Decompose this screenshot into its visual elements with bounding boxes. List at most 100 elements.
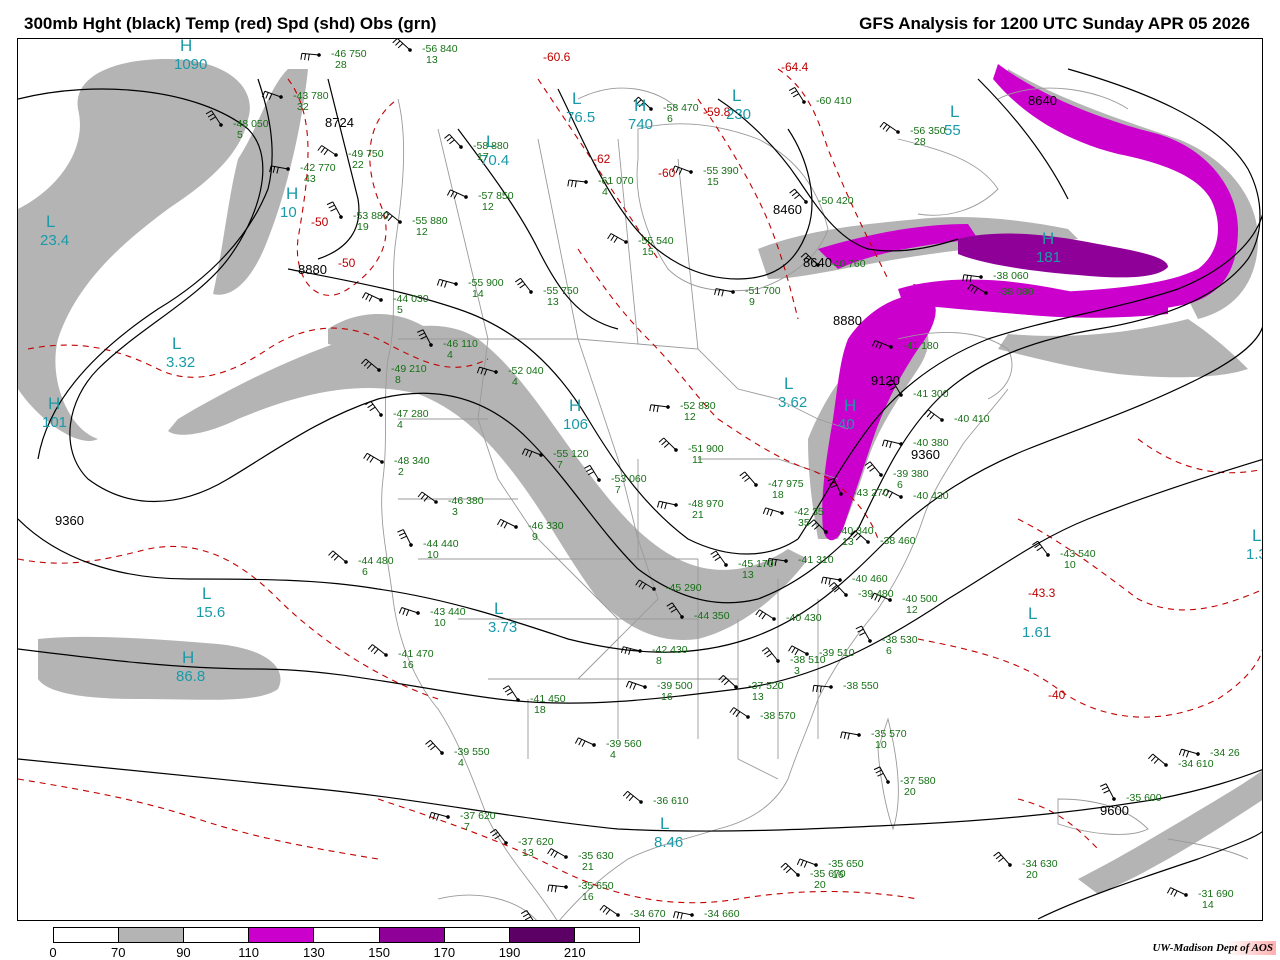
station-obs: -35 670 [548,918,584,921]
station-obs: -60 410 [816,95,852,107]
wind-barb [392,39,412,52]
wind-barb [514,277,533,294]
station-obs: -40 430 [913,490,949,502]
legend-tick-label: 210 [563,945,586,960]
wind-barb [574,737,596,747]
temperature-contour [917,638,1262,718]
station-dewpoint-depression: 8 [395,374,401,386]
wind-barb [762,507,784,517]
station-dewpoint-depression: 6 [897,479,903,491]
legend-swatch [54,928,120,942]
wind-barb [367,644,388,657]
station-dewpoint-depression: 9 [532,531,538,543]
station-dewpoint-depression: 6 [886,645,892,657]
station-dewpoint-depression: 12 [684,411,696,423]
station-dewpoint-depression: 13 [426,54,438,66]
station-dewpoint-depression: 18 [772,489,784,501]
wind-barb [428,811,450,821]
wind-barb [547,884,568,893]
legend-tick-label: 90 [176,945,191,960]
wind-barb [718,674,738,689]
wind-barb [361,292,383,302]
station-dewpoint-depression: 13 [522,847,534,859]
wind-barb [567,179,588,188]
center-letter: L [46,212,55,231]
station-dewpoint-depression: 11 [692,454,703,466]
height-label: 9600 [1100,803,1129,818]
wind-barb [729,707,750,719]
wind-barb [317,145,338,157]
chart-title: 300mb Hght (black) Temp (red) Spd (shd) … [24,14,437,33]
wind-barb [1166,887,1188,897]
station-obs: -38 550 [843,680,879,692]
center-letter: L [494,599,503,618]
station-obs: -34 26 [1210,747,1240,759]
wind-barb [397,529,413,547]
temperature-label: -43.3 [1028,586,1056,600]
station-dewpoint-depression: 18 [534,704,546,716]
legend-tick-label: 0 [49,945,57,960]
center-letter: L [732,86,741,105]
center-value: 3.62 [778,394,807,411]
station-obs: -39 510 [819,647,855,659]
station-obs: -34 670 [630,908,666,920]
legend-tick-label: 70 [110,945,126,960]
station-dewpoint-depression: 16 [402,659,414,671]
legend-swatch [509,928,575,942]
center-letter: L [660,814,669,833]
station-dewpoint-depression: 4 [512,376,518,388]
center-letter: L [572,89,581,108]
wind-barb [547,848,568,859]
station-dewpoint-depression: 6 [362,566,368,578]
station-dewpoint-depression: 7 [615,484,621,496]
station-obs: -41 310 [798,554,834,566]
legend-swatch [249,928,315,942]
province-border [677,158,699,350]
wind-barb [739,471,758,487]
model-run-title: GFS Analysis for 1200 UTC Sunday APR 05 … [859,14,1250,33]
temperature-contour [377,798,919,904]
wind-barb [446,189,468,199]
station-obs: -40 460 [852,573,888,585]
height-label: 9360 [55,513,84,528]
wind-barb [656,500,678,510]
legend-swatch [444,928,510,942]
temperature-contour [18,778,379,860]
legend-tick-label: 170 [433,945,456,960]
height-label: 8880 [833,313,862,328]
temperature-label: -62 [593,152,611,166]
jet-shade-110 [913,64,1238,316]
wind-barb [873,766,890,784]
weather-map[interactable]: 8640 8724 8880 8460 8640 8880 9120 9360 9360 9600… [17,38,1263,921]
wind-barb [300,52,321,61]
station-dewpoint-depression: 2 [398,466,404,478]
wind-barb [673,911,694,920]
station-dewpoint-depression: 12 [482,201,494,213]
wind-barb [497,518,518,529]
station-obs: -38 080 [998,286,1034,298]
height-label: 9120 [871,373,900,388]
wind-barb [788,87,806,104]
station-dewpoint-depression: 28 [335,59,347,71]
center-letter: H [634,96,646,115]
station-dewpoint-depression: 15 [707,176,719,188]
coastline [897,138,999,216]
temperature-label: -64.4 [781,60,809,74]
center-letter: L [950,102,959,121]
wind-barb [502,685,520,702]
height-label: 8460 [773,202,802,217]
legend-swatch [379,928,445,942]
legend-tick-label: 150 [368,945,390,960]
station-obs: -40 380 [913,437,949,449]
station-dewpoint-depression: 15 [642,246,654,258]
wind-barb [398,607,420,617]
wind-barb [658,437,678,452]
legend-swatch [314,928,380,942]
wind-barb [425,739,444,755]
center-letter: H [844,396,856,415]
center-value: 230 [726,106,751,123]
station-dewpoint-depression: 21 [582,861,594,873]
center-value: 106 [563,416,588,433]
wind-barb [923,409,944,422]
center-letter: H [286,184,298,203]
